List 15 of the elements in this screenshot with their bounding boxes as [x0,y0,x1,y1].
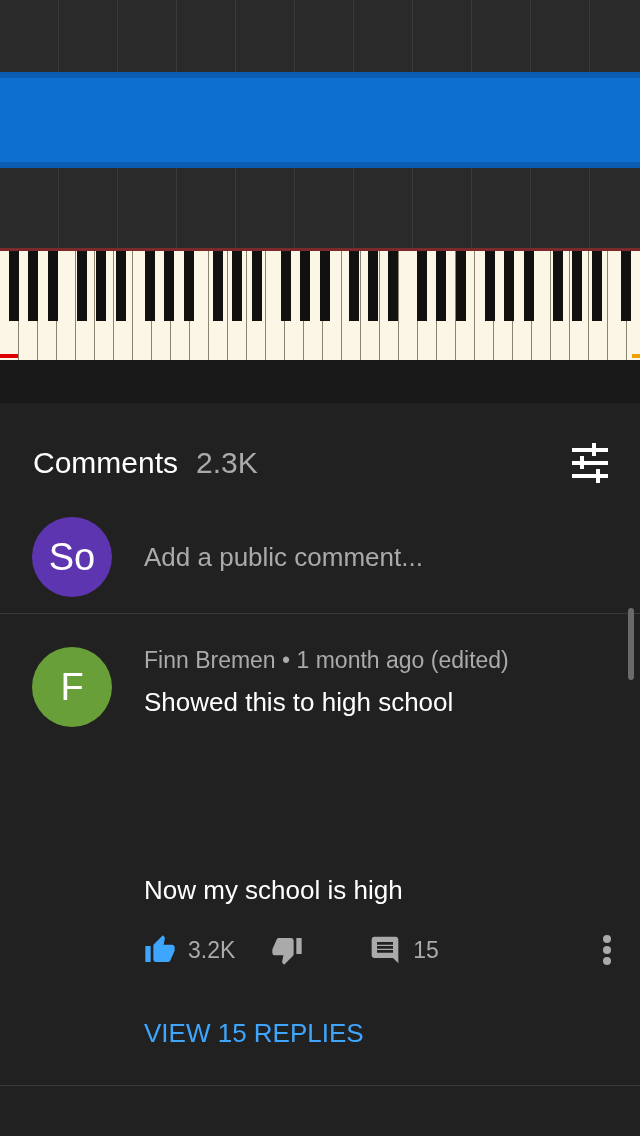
separator: • [281,647,292,673]
comment-author[interactable]: Finn Bremen [144,647,276,673]
reply-count: 15 [413,936,439,964]
comment-count: 2.3K [196,446,259,480]
comment-meta: 1 month ago (edited) [296,647,509,673]
comment-text: Showed this to high school Now my school is high [144,686,455,908]
view-replies-link[interactable]: VIEW 15 REPLIES [144,1018,364,1050]
comments-title: Comments [33,446,179,480]
more-icon[interactable] [602,934,612,967]
like-count: 3.2K [188,936,236,964]
scrollbar [628,608,634,680]
sort-icon[interactable] [570,443,610,483]
author-avatar: F [32,647,112,727]
comment-input[interactable]: Add a public comment... [144,537,608,577]
user-avatar: So [32,517,112,597]
